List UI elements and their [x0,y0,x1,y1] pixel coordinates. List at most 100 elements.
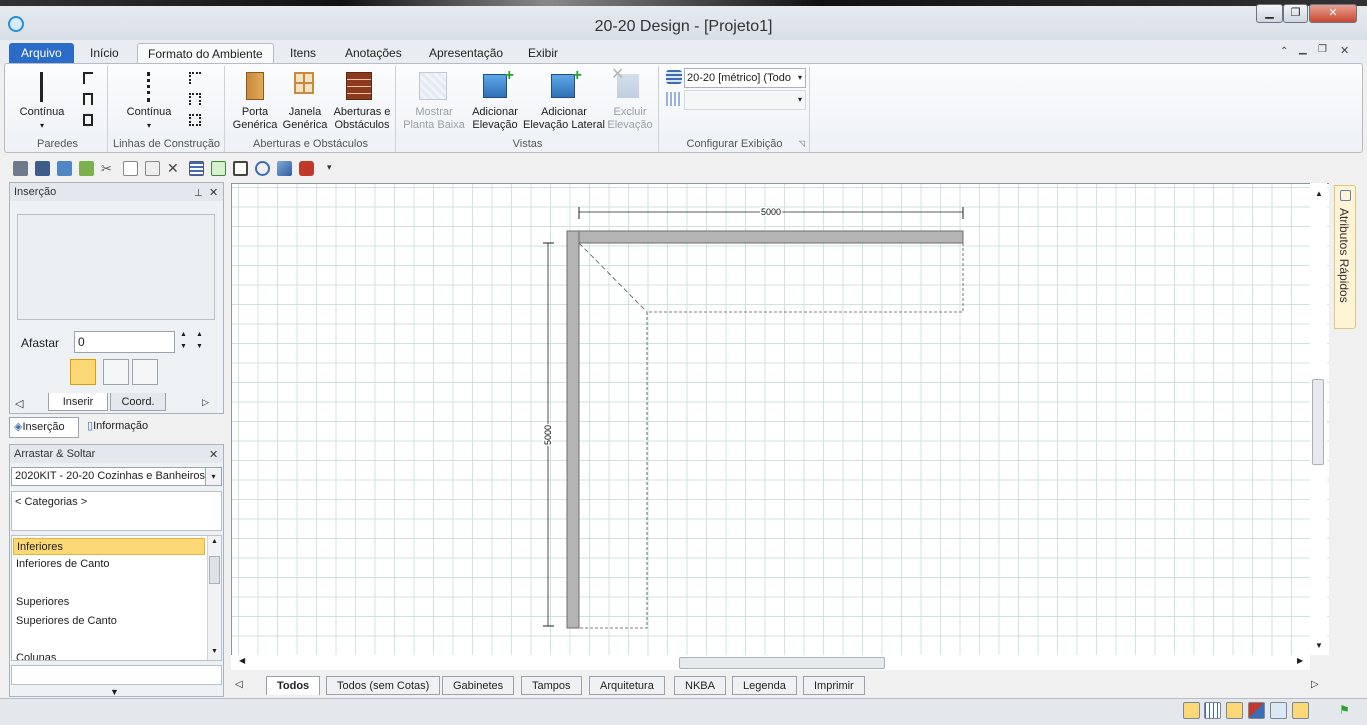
close-icon[interactable]: ✕ [209,184,218,202]
subtab-informacao[interactable]: ▯Informação [83,417,167,438]
table-layout-icon[interactable] [1270,702,1287,719]
tab-inserir[interactable]: Inserir [48,393,108,411]
undo-icon[interactable] [57,161,72,176]
delete-icon[interactable]: ✕ [167,161,182,176]
scroll-left-icon[interactable]: ◀ [239,656,245,665]
list-item-inferiores-canto[interactable]: Inferiores de Canto [16,558,110,570]
copy-icon[interactable] [123,161,138,176]
link-icon[interactable] [1292,702,1309,719]
table-icon[interactable] [211,161,226,176]
dotted-shapes-icon[interactable] [189,70,205,128]
display-config-select-2[interactable]: ▾ [684,90,806,110]
3d-box-icon[interactable] [277,161,292,176]
tab-nkba[interactable]: NKBA [674,676,726,695]
subtab-insercao[interactable]: ◈Inserção [9,417,79,438]
lock-icon[interactable] [13,161,28,176]
adicionar-elevacao-button[interactable]: Adicionar Elevação [467,106,523,132]
tab-exibir[interactable]: Exibir [518,43,568,64]
porta-generica-button[interactable]: Porta Genérica [230,106,280,132]
mdi-minimize-icon[interactable]: ▁ [1299,44,1307,55]
bottom-tab-scroll-right-icon[interactable]: ▷ [1311,679,1319,690]
list-item-inferiores[interactable]: Inferiores [13,538,205,555]
janela-generica-button[interactable]: Janela Genérica [280,106,330,132]
close-icon[interactable]: ✕ [209,446,218,464]
adicionar-elevacao-lateral-button[interactable]: Adicionar Elevação Lateral [521,106,607,132]
paredes-continua-button[interactable]: Contínua ▾ [14,106,70,132]
cut-icon[interactable]: ✂ [101,161,116,176]
minimize-button[interactable]: ▁ [1256,4,1283,23]
catalog-select[interactable]: 2020KIT - 20-20 Cozinhas e Banheiros ▾ [11,467,222,486]
mdi-restore-icon[interactable]: ❐ [1318,44,1327,55]
linhas-continua-button[interactable]: Contínua ▾ [119,106,179,132]
maximize-button[interactable]: ❐ [1283,4,1308,23]
save-icon[interactable] [35,161,50,176]
spinner-down-icon-2[interactable]: ▼ [196,343,203,350]
redo-icon[interactable] [79,161,94,176]
tab-imprimir[interactable]: Imprimir [803,676,865,695]
scroll-down-icon[interactable]: ▼ [1315,641,1323,650]
wall-shapes-icon[interactable] [82,70,96,128]
arrastar-header: Arrastar & Soltar ✕ [10,445,223,463]
vscroll-thumb[interactable] [1312,379,1324,465]
list-scrollbar[interactable]: ▲ ▼ [207,536,221,660]
scroll-right-icon[interactable]: ▶ [1297,656,1303,665]
atributos-rapidos-tab[interactable]: Atributos Rápidos [1334,185,1356,329]
pin-icon[interactable]: ⊥ [194,185,203,203]
grid-icon[interactable] [1204,702,1221,719]
paste-icon[interactable] [145,161,160,176]
tab-arquivo[interactable]: Arquivo [9,43,74,64]
tab-coord[interactable]: Coord. [110,393,166,411]
spinner-down-icon[interactable]: ▼ [180,343,187,350]
zoom-icon[interactable] [255,161,270,176]
insert-into-button[interactable] [103,359,129,385]
aberturas-obstaculos-button[interactable]: Aberturas e Obstáculos [330,106,394,132]
tab-anotacoes[interactable]: Anotações [335,43,412,64]
tab-scroll-left-icon[interactable]: ◁ [15,397,23,410]
list-icon[interactable] [189,161,204,176]
mostrar-planta-baixa-button[interactable]: Mostrar Planta Baixa [399,106,469,132]
copy-item-button[interactable] [132,359,158,385]
tab-scroll-right-icon[interactable]: ▷ [202,397,209,408]
spinner-up-icon-2[interactable]: ▲ [196,331,203,338]
tab-formato-ambiente[interactable]: Formato do Ambiente [137,43,274,64]
close-button[interactable]: ✕ [1309,4,1357,23]
tab-itens[interactable]: Itens [280,43,326,64]
zoom-extents-icon[interactable] [233,161,248,176]
insert-new-button[interactable] [70,359,96,385]
snap-icon[interactable] [1226,702,1243,719]
overlap-icon[interactable] [1248,702,1265,719]
scroll-down-icon[interactable]: ▼ [211,648,218,655]
list-item-superiores-canto[interactable]: Superiores de Canto [16,615,117,627]
canvas-hscrollbar[interactable]: ◀ ▶ [231,655,1310,670]
list-item-colunas[interactable]: Colunas [16,652,56,660]
dialog-launcher-icon[interactable]: ◹ [799,139,805,148]
toolbox-icon[interactable] [299,161,314,176]
tab-todos-sem-cotas[interactable]: Todos (sem Cotas) [326,676,441,695]
tab-arquitetura[interactable]: Arquitetura [589,676,665,695]
tab-apresentacao[interactable]: Apresentação [419,43,513,64]
customize-toolbar-icon[interactable]: ▾ [327,162,332,173]
categorias-link[interactable]: < Categorias > [15,496,87,508]
tab-legenda[interactable]: Legenda [732,676,797,695]
bottom-tab-scroll-left-icon[interactable]: ◁ [235,679,243,690]
spinner-up-icon[interactable]: ▲ [180,331,187,338]
scroll-thumb[interactable] [209,556,220,584]
tab-tampos[interactable]: Tampos [521,676,582,695]
tab-todos[interactable]: Todos [266,676,321,695]
floor-plan-drawing[interactable]: 5000 5000 [231,183,1329,655]
list-item-superiores[interactable]: Superiores [16,596,69,608]
tab-inicio[interactable]: Início [80,43,129,64]
scroll-up-icon[interactable]: ▲ [1315,189,1323,198]
excluir-elevacao-button[interactable]: Excluir Elevação [603,106,657,132]
afastar-input[interactable]: 0 [74,331,175,353]
scroll-up-icon[interactable]: ▲ [211,538,218,545]
panel-expand-icon[interactable]: ▼ [110,687,119,697]
ribbon-collapse-icon[interactable]: ⌃ [1280,46,1288,57]
mdi-close-icon[interactable]: ✕ [1340,44,1349,57]
display-config-select[interactable]: 20-20 [métrico] (Todo ▾ [684,68,806,88]
tab-gabinetes[interactable]: Gabinetes [442,676,515,695]
elevation-toggle-icon[interactable] [1183,702,1200,719]
canvas-vscrollbar[interactable]: ▲ ▼ [1310,183,1327,655]
search-field[interactable] [11,665,222,685]
hscroll-thumb[interactable] [679,657,885,669]
